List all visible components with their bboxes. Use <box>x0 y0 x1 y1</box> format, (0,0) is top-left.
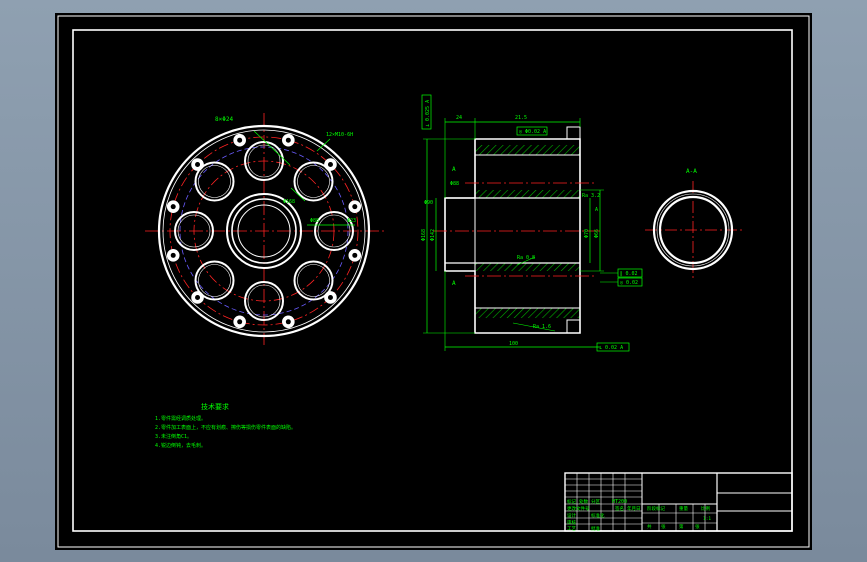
edge-notch-core <box>352 252 358 258</box>
tolerance-text-0: ⊥ 0.025 A <box>425 100 431 127</box>
hatch-top-wall <box>475 145 580 155</box>
section-mark-bottom: A <box>452 280 456 287</box>
tech-notes-heading: 技术要求 <box>201 402 229 411</box>
flange-front-view: 8×Φ24 12×M10-6H Φ168 Φ88 Φ23 <box>145 113 385 345</box>
surface-label-2: Ra 3.2 <box>582 193 600 199</box>
callout-bolt-holes: 8×Φ24 <box>215 116 233 123</box>
tb-sheet-unit-a: 张 <box>661 523 666 530</box>
tb-sheet-total: 共 <box>647 523 652 530</box>
dim-left-3: Φ88 <box>450 181 459 187</box>
tb-weight: 重量 <box>679 505 688 512</box>
tb-label-standard: 标准化 <box>591 512 605 519</box>
tb-sheet-index: 第 <box>679 523 684 530</box>
tolerance-text-3: ◎ 0.02 <box>620 280 638 286</box>
dim-bottom: 100 <box>509 341 518 347</box>
section-outline <box>444 138 581 334</box>
surface-label-1: Ra 1.6 <box>533 324 551 330</box>
tb-label-approve: 批准 <box>591 525 600 532</box>
edge-notch-core <box>327 162 333 168</box>
cad-drawing: 8×Φ24 12×M10-6H Φ168 Φ88 Φ23 ⊥ 0.025 A ◎… <box>57 15 810 548</box>
edge-notch-core <box>285 319 291 325</box>
section-view: ⊥ 0.025 A ◎ Φ0.02 A ∥ 0.02 ◎ 0.02 ⊥ 0.02… <box>421 94 643 352</box>
callout-pcd: Φ168 <box>283 199 295 205</box>
tech-note-line: 3.未注倒角C1。 <box>155 433 192 440</box>
detail-view-a-a: A-A <box>645 168 743 279</box>
tb-label-process: 工艺 <box>567 526 576 532</box>
callout-thread: 12×M10-6H <box>326 132 353 138</box>
tech-note-line: 1.零件需经调质处理。 <box>155 415 206 422</box>
edge-notch-core <box>285 137 291 143</box>
edge-notch-core <box>352 204 358 210</box>
dim-top-1: 21.5 <box>515 115 527 121</box>
technical-requirements: 技术要求 1.零件需经调质处理。 2.零件加工表面上，不应有划痕、擦伤等损伤零件… <box>155 402 296 449</box>
tb-label-change: 更改文件号 <box>567 505 590 512</box>
drawing-sheet: 8×Φ24 12×M10-6H Φ168 Φ88 Φ23 ⊥ 0.025 A ◎… <box>55 13 812 550</box>
title-block: 标记 处数 分区 更改文件号 签名 年月日 设计 标准化 审核 工艺 批准 HT… <box>564 472 793 532</box>
hatch-bottom-wall <box>475 308 580 318</box>
dim-right-0: Φ70 <box>584 229 590 238</box>
edge-notch-core <box>327 294 333 300</box>
tb-label-zone: 分区 <box>591 498 600 505</box>
tb-scale: 1:1 <box>703 516 711 522</box>
tech-note-line: 2.零件加工表面上，不应有划痕、擦伤等损伤零件表面的缺陷。 <box>155 424 296 431</box>
edge-notch-core <box>195 294 201 300</box>
detail-view-label: A-A <box>686 168 697 175</box>
tolerance-text-4: ⊥ 0.02 A <box>599 345 623 351</box>
inner-frame <box>72 29 793 532</box>
edge-notch-core <box>237 137 243 143</box>
edge-notch-core <box>170 204 176 210</box>
tb-label-count: 处数 <box>579 498 588 505</box>
dim-top-0: 24 <box>456 115 462 121</box>
dim-right-1: Φ66 <box>594 229 600 238</box>
edge-notch-core <box>195 162 201 168</box>
dim-left-0: Φ168 <box>421 229 427 241</box>
tb-label-review: 审核 <box>567 519 576 526</box>
datum-label: A <box>595 207 598 213</box>
tolerance-text-2: ∥ 0.02 <box>620 271 638 277</box>
callout-chamfer: Φ23 <box>347 218 356 224</box>
dim-left-1: Φ142 <box>430 229 436 241</box>
dim-left-2: Φ90 <box>424 200 433 206</box>
tb-material: HT200 <box>612 499 627 505</box>
tb-ratio: 比例 <box>701 505 710 512</box>
tb-label-mark: 标记 <box>567 498 576 505</box>
tech-note-line: 4.锐边倒钝，去毛刺。 <box>155 442 206 449</box>
threaded-hole-bottom <box>566 319 581 334</box>
section-mark-top: A <box>452 166 456 173</box>
tb-label-designer: 设计 <box>567 512 576 519</box>
callout-bore: Φ88 <box>310 218 319 224</box>
outer-frame <box>57 15 810 548</box>
surface-label-0: Ra 0.8 <box>517 255 535 261</box>
hatch-bore-lower <box>475 263 580 271</box>
tb-label-sign: 签名 <box>615 505 624 512</box>
tolerance-text-1: ◎ Φ0.02 A <box>519 129 546 135</box>
threaded-hole-top <box>566 126 581 140</box>
edge-notch-core <box>237 319 243 325</box>
hatch-bore-upper <box>475 190 580 198</box>
edge-notch-core <box>170 252 176 258</box>
tb-stage: 阶段标记 <box>647 505 665 512</box>
tb-label-date: 年月日 <box>627 505 641 512</box>
tb-sheet-unit-b: 张 <box>695 523 700 530</box>
